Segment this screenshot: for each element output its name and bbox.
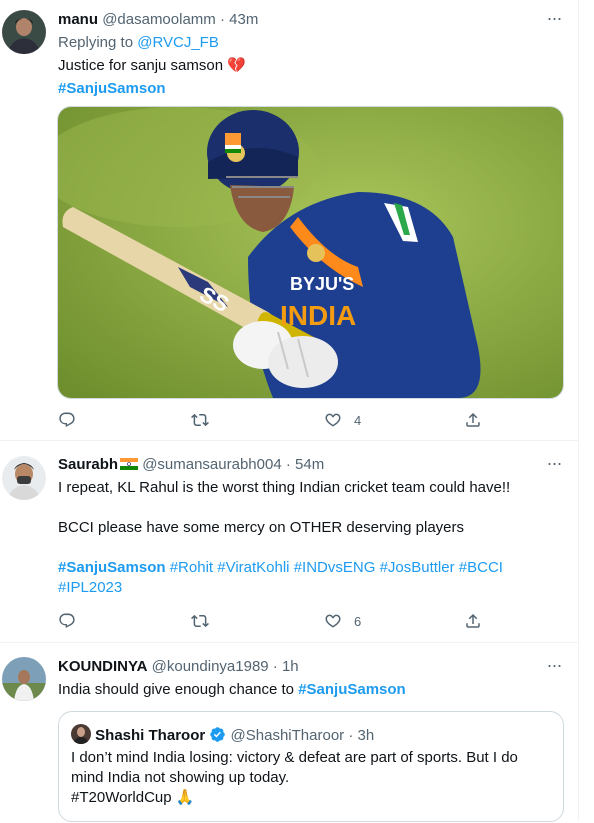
hashtag-link[interactable]: #BCCI (459, 559, 503, 576)
india-flag-icon (120, 458, 139, 470)
more-icon[interactable]: ··· (544, 9, 564, 32)
like-button[interactable]: 4 (324, 410, 361, 430)
quoted-text-line1: I don’t mind India losing: victory & def… (71, 749, 518, 766)
hashtag-link[interactable]: #SanjuSamson (58, 80, 166, 97)
share-button[interactable] (464, 611, 482, 631)
hashtag-link[interactable]: #Rohit (170, 559, 213, 576)
user-handle[interactable]: @dasamoolamm (102, 11, 216, 28)
timeline: manu @dasamoolamm · 43m Replying to @RVC… (0, 0, 579, 823)
quoted-text-line2: mind India not showing up today. (71, 769, 290, 786)
avatar[interactable] (2, 456, 46, 500)
like-icon (325, 614, 341, 628)
tweet-text-line1: I repeat, KL Rahul is the worst thing In… (58, 479, 511, 496)
retweet-icon (191, 614, 209, 628)
hashtag-link[interactable]: #SanjuSamson (298, 681, 406, 698)
more-icon[interactable]: ··· (544, 454, 564, 477)
tweet-saurabh[interactable]: Saurabh @sumansaurabh004 · 54m I repeat,… (0, 441, 578, 643)
hashtag-link[interactable]: #INDvsENG (294, 559, 376, 576)
reply-to-link[interactable]: @RVCJ_FB (137, 34, 219, 51)
like-icon (325, 413, 341, 427)
folded-hands-emoji: 🙏 (175, 789, 195, 806)
quoted-tweet-text: I don’t mind India losing: victory & def… (71, 748, 556, 808)
timestamp[interactable]: · 43m (220, 11, 258, 28)
reply-button[interactable] (58, 410, 76, 430)
reply-icon (59, 613, 75, 629)
reply-button[interactable] (58, 611, 76, 631)
more-icon[interactable]: ··· (544, 656, 564, 679)
share-icon (466, 412, 480, 427)
quoted-display-name[interactable]: Shashi Tharoor (95, 727, 205, 744)
reply-icon (59, 412, 75, 428)
tweet-manu[interactable]: manu @dasamoolamm · 43m Replying to @RVC… (0, 0, 578, 441)
avatar[interactable] (2, 10, 46, 54)
like-button[interactable]: 6 (324, 611, 361, 631)
tweet-text-body: India should give enough chance to (58, 681, 299, 698)
quoted-user-handle[interactable]: @ShashiTharoor (231, 727, 345, 744)
tweet-text-line2: BCCI please have some mercy on OTHER des… (58, 519, 464, 536)
jersey-text: INDIA (280, 300, 356, 331)
quoted-tweet[interactable]: Shashi Tharoor @ShashiTharoor · 3h I don… (58, 711, 564, 822)
user-handle[interactable]: @sumansaurabh004 (142, 456, 281, 473)
hashtag-list: #SanjuSamson #Rohit #ViratKohli #INDvsEN… (58, 558, 564, 598)
retweet-button[interactable] (191, 410, 209, 430)
tweet-actions: 6 (58, 611, 480, 631)
display-name[interactable]: manu (58, 11, 98, 28)
user-handle[interactable]: @koundinya1989 (152, 658, 269, 675)
display-name[interactable]: Saurabh (58, 456, 118, 473)
jersey-sponsor: BYJU'S (290, 274, 354, 294)
tweet-text: Justice for sanju samson 💔 (58, 56, 564, 76)
quoted-tweet-header: Shashi Tharoor @ShashiTharoor · 3h (71, 724, 374, 746)
share-icon (466, 613, 480, 628)
hashtag-link[interactable]: #SanjuSamson (58, 559, 166, 576)
hashtag-link[interactable]: #JosButtler (380, 559, 455, 576)
tweet-koundinya[interactable]: KOUNDINYA @koundinya1989 · 1h India shou… (0, 643, 578, 823)
quoted-timestamp[interactable]: · 3h (348, 727, 374, 744)
quoted-avatar[interactable] (71, 724, 91, 744)
avatar[interactable] (2, 657, 46, 701)
hashtag-link[interactable]: #ViratKohli (217, 559, 289, 576)
like-count: 6 (354, 613, 362, 629)
quoted-hashtag[interactable]: #T20WorldCup (71, 789, 172, 806)
verified-icon (210, 727, 226, 742)
tweet-header: KOUNDINYA @koundinya1989 · 1h (58, 657, 564, 677)
timestamp[interactable]: · 1h (273, 658, 299, 675)
like-count: 4 (354, 412, 362, 428)
timestamp[interactable]: · 54m (286, 456, 324, 473)
reply-prefix: Replying to (58, 34, 138, 51)
share-button[interactable] (464, 410, 482, 430)
hashtag-link[interactable]: #IPL2023 (58, 579, 122, 596)
tweet-text-body: Justice for sanju samson (58, 57, 224, 74)
tweet-actions: 4 (58, 410, 480, 430)
retweet-button[interactable] (191, 611, 209, 631)
tweet-text: India should give enough chance to #Sanj… (58, 680, 564, 700)
display-name[interactable]: KOUNDINYA (58, 658, 147, 675)
tweet-photo[interactable]: SS INDIA BYJU'S (57, 106, 564, 399)
tweet-header: Saurabh @sumansaurabh004 · 54m (58, 455, 564, 475)
broken-heart-emoji: 💔 (227, 57, 246, 74)
retweet-icon (191, 413, 209, 427)
reply-context: Replying to @RVCJ_FB (58, 33, 564, 53)
tweet-header: manu @dasamoolamm · 43m (58, 10, 564, 30)
